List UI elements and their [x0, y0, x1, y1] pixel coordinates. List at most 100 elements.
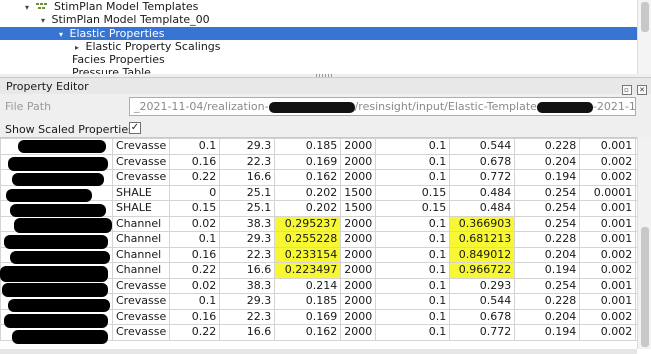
value-cell[interactable]: 0.228 [514, 138, 581, 155]
value-cell[interactable]: 0.202 [274, 200, 342, 217]
value-cell[interactable]: 0.002 [579, 246, 637, 263]
value-cell[interactable]: 0.204 [514, 153, 581, 170]
value-cell[interactable]: 2000 [340, 262, 377, 279]
close-icon[interactable]: ✕ [637, 85, 647, 95]
value-cell[interactable]: 29.3 [219, 293, 276, 310]
value-cell[interactable]: 0.194 [514, 262, 581, 279]
value-cell[interactable]: 0.254 [514, 277, 581, 294]
value-cell[interactable]: 22.3 [219, 153, 276, 170]
row-header-cell[interactable] [0, 169, 113, 186]
value-cell[interactable]: 22.3 [219, 246, 276, 263]
table-row[interactable]: Channel 0.02 38.3 0.295237 2000 0.1 0.366903 0.… [0, 215, 646, 232]
value-cell[interactable]: 0.194 [514, 169, 581, 186]
value-cell[interactable]: 0.1 [375, 277, 451, 294]
tree-item-stimplan-model-template-00[interactable]: ▾ StimPlan Model Template_00 [0, 13, 210, 26]
row-header-cell[interactable] [0, 277, 113, 294]
value-cell[interactable]: 0.966722 [449, 262, 516, 279]
tree-item-stimplan-model-templates[interactable]: ▾ StimPlan Model Templates [0, 0, 198, 13]
table-row[interactable]: Crevasse 0.1 29.3 0.185 2000 0.1 0.544 0.228 0.0… [0, 293, 646, 310]
table-row[interactable]: Crevasse 0.02 38.3 0.214 2000 0.1 0.293 0.254 0.… [0, 277, 646, 294]
tree-scrollbar[interactable] [637, 0, 651, 74]
value-cell[interactable]: 0.1 [375, 308, 451, 325]
value-cell[interactable]: 0.0001 [579, 184, 637, 201]
facies-cell[interactable]: Crevasse [111, 169, 171, 186]
value-cell[interactable]: 0.001 [579, 215, 637, 232]
value-cell[interactable]: 0.185 [274, 293, 342, 310]
value-cell[interactable]: 0.484 [449, 200, 516, 217]
value-cell[interactable]: 0.254 [514, 184, 581, 201]
value-cell[interactable]: 2000 [340, 215, 377, 232]
value-cell[interactable]: 0.22 [169, 169, 221, 186]
value-cell[interactable]: 0.194 [514, 324, 581, 341]
value-cell[interactable]: 0.162 [274, 324, 342, 341]
table-vertical-scrollbar[interactable] [637, 137, 651, 349]
facies-cell[interactable]: Channel [111, 215, 171, 232]
value-cell[interactable]: 2000 [340, 324, 377, 341]
tree-scrollbar-thumb[interactable] [641, 2, 649, 32]
value-cell[interactable]: 0.204 [514, 308, 581, 325]
value-cell[interactable]: 2000 [340, 293, 377, 310]
row-header-cell[interactable] [0, 293, 113, 310]
value-cell[interactable]: 0.185 [274, 138, 342, 155]
value-cell[interactable]: 0.681213 [449, 231, 516, 248]
value-cell[interactable]: 29.3 [219, 231, 276, 248]
value-cell[interactable]: 0.001 [579, 231, 637, 248]
value-cell[interactable]: 0.002 [579, 262, 637, 279]
value-cell[interactable]: 0.484 [449, 184, 516, 201]
value-cell[interactable]: 0.1 [375, 293, 451, 310]
value-cell[interactable]: 0.366903 [449, 215, 516, 232]
value-cell[interactable]: 0.202 [274, 184, 342, 201]
value-cell[interactable]: 0.228 [514, 293, 581, 310]
value-cell[interactable]: 0.204 [514, 246, 581, 263]
value-cell[interactable]: 0.001 [579, 200, 637, 217]
facies-cell[interactable]: Channel [111, 262, 171, 279]
facies-cell[interactable]: Channel [111, 246, 171, 263]
value-cell[interactable]: 0.228 [514, 231, 581, 248]
value-cell[interactable]: 0.772 [449, 324, 516, 341]
value-cell[interactable]: 0.214 [274, 277, 342, 294]
value-cell[interactable]: 0.001 [579, 138, 637, 155]
table-row[interactable]: Crevasse 0.22 16.6 0.162 2000 0.1 0.772 0.194 0.… [0, 169, 646, 186]
value-cell[interactable]: 0.1 [375, 262, 451, 279]
value-cell[interactable]: 2000 [340, 246, 377, 263]
row-header-cell[interactable] [0, 153, 113, 170]
value-cell[interactable]: 0.22 [169, 324, 221, 341]
value-cell[interactable]: 38.3 [219, 215, 276, 232]
facies-cell[interactable]: SHALE [111, 184, 171, 201]
value-cell[interactable]: 0.002 [579, 324, 637, 341]
facies-cell[interactable]: Channel [111, 231, 171, 248]
value-cell[interactable]: 0.002 [579, 153, 637, 170]
value-cell[interactable]: 0.678 [449, 308, 516, 325]
value-cell[interactable]: 2000 [340, 138, 377, 155]
file-path-field[interactable]: _2021-11-04/realization- /resinsight/inpu… [129, 97, 636, 116]
row-header-cell[interactable] [0, 262, 113, 279]
value-cell[interactable]: 0.02 [169, 277, 221, 294]
value-cell[interactable]: 0.1 [375, 169, 451, 186]
value-cell[interactable]: 0.16 [169, 153, 221, 170]
value-cell[interactable]: 0.22 [169, 262, 221, 279]
value-cell[interactable]: 0.16 [169, 246, 221, 263]
row-header-cell[interactable] [0, 215, 113, 232]
table-row[interactable]: Channel 0.1 29.3 0.255228 2000 0.1 0.681213 0.2… [0, 231, 646, 248]
table-horizontal-scrollbar[interactable] [0, 349, 637, 354]
value-cell[interactable]: 1500 [340, 200, 377, 217]
value-cell[interactable]: 0.293 [449, 277, 516, 294]
value-cell[interactable]: 29.3 [219, 138, 276, 155]
value-cell[interactable]: 0.544 [449, 138, 516, 155]
tree-item-elastic-properties[interactable]: ▾ Elastic Properties [0, 27, 637, 40]
value-cell[interactable]: 0.001 [579, 277, 637, 294]
table-row[interactable]: Crevasse 0.16 22.3 0.169 2000 0.1 0.678 0.204 0.… [0, 153, 646, 170]
facies-cell[interactable]: Crevasse [111, 277, 171, 294]
row-header-cell[interactable] [0, 200, 113, 217]
value-cell[interactable]: 0.1 [169, 231, 221, 248]
table-row[interactable]: SHALE 0.15 25.1 0.202 1500 0.15 0.484 0.254 0.00… [0, 200, 646, 217]
value-cell[interactable]: 0.544 [449, 293, 516, 310]
value-cell[interactable]: 1500 [340, 184, 377, 201]
row-header-cell[interactable] [0, 184, 113, 201]
value-cell[interactable]: 2000 [340, 277, 377, 294]
value-cell[interactable]: 0.1 [375, 324, 451, 341]
value-cell[interactable]: 0.15 [375, 184, 451, 201]
value-cell[interactable]: 0.772 [449, 169, 516, 186]
value-cell[interactable]: 0.169 [274, 153, 342, 170]
show-scaled-properties-checkbox[interactable]: ✓ [129, 122, 141, 134]
